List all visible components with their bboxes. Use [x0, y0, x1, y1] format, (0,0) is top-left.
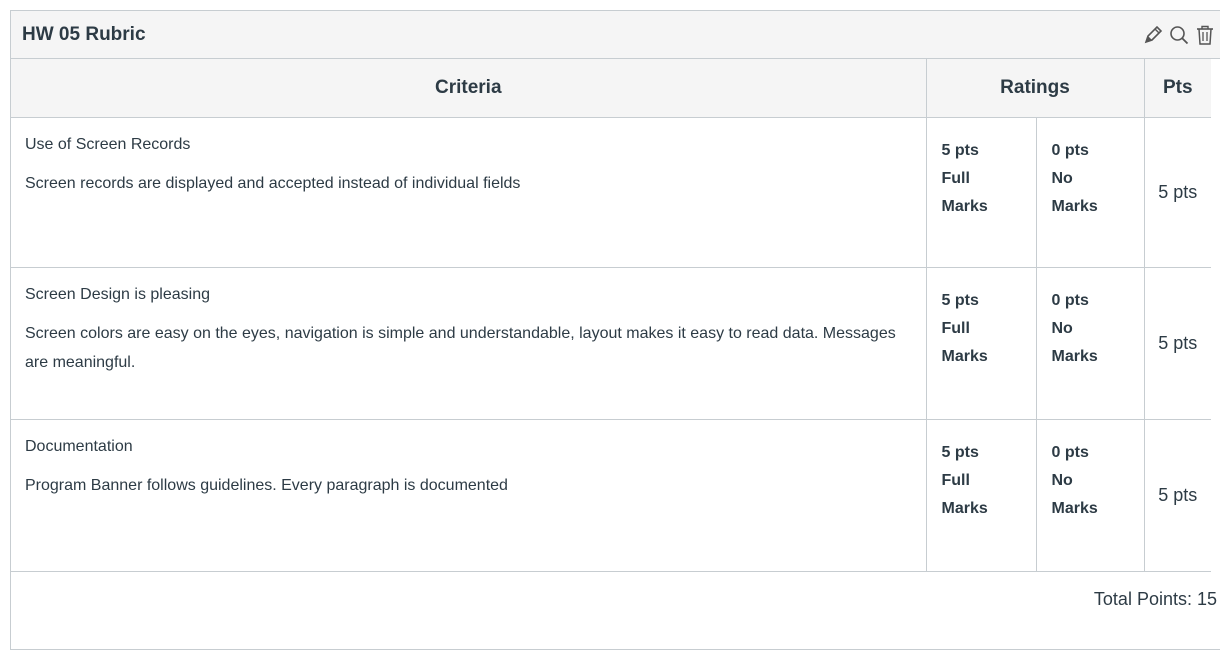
criterion-name: Use of Screen Records [25, 136, 191, 153]
criterion-points: 5 pts [1144, 267, 1211, 420]
rating-points: 5 pts [941, 142, 979, 159]
table-row: Screen Design is pleasing Screen colors … [11, 267, 1211, 420]
rating-cell[interactable]: 0 pts No Marks [1036, 419, 1145, 572]
criterion-description: Screen records are displayed and accepte… [25, 175, 521, 192]
trash-icon[interactable] [1193, 23, 1217, 47]
rating-points: 0 pts [1051, 292, 1089, 309]
rating-label: Marks [1051, 500, 1098, 517]
rating-label: Marks [941, 500, 988, 517]
rating-points: 5 pts [941, 444, 979, 461]
criterion-cell: Use of Screen Records Screen records are… [11, 117, 927, 268]
rating-points: 5 pts [941, 292, 979, 309]
total-points: Total Points: 15 [1093, 589, 1217, 609]
rubric-header: HW 05 Rubric [11, 11, 1220, 59]
pts-header: Pts [1144, 59, 1211, 118]
pencil-icon[interactable] [1141, 23, 1165, 47]
rating-label: No [1051, 472, 1073, 489]
rating-label: Full [941, 472, 970, 489]
ratings-header: Ratings [926, 59, 1145, 118]
rating-cell[interactable]: 0 pts No Marks [1036, 267, 1145, 420]
rating-label: Marks [941, 198, 988, 215]
criteria-header: Criteria [11, 59, 927, 118]
rating-points: 0 pts [1051, 444, 1089, 461]
criterion-cell: Documentation Program Banner follows gui… [11, 419, 927, 572]
criterion-description: Program Banner follows guidelines. Every… [25, 477, 508, 494]
rating-label: Full [941, 170, 970, 187]
rating-cell[interactable]: 0 pts No Marks [1036, 117, 1145, 268]
rubric-table: Criteria Ratings Pts Use of Screen Recor… [11, 59, 1211, 572]
rating-cell[interactable]: 5 pts Full Marks [926, 419, 1037, 572]
criterion-name: Documentation [25, 438, 133, 455]
table-row: Documentation Program Banner follows gui… [11, 419, 1211, 572]
criterion-cell: Screen Design is pleasing Screen colors … [11, 267, 927, 420]
rating-points: 0 pts [1051, 142, 1089, 159]
criterion-points: 5 pts [1144, 117, 1211, 268]
search-icon[interactable] [1167, 23, 1191, 47]
criterion-points: 5 pts [1144, 419, 1211, 572]
rating-label: Marks [1051, 198, 1098, 215]
rating-label: No [1051, 170, 1073, 187]
rating-label: Marks [1051, 348, 1098, 365]
criterion-description: Screen colors are easy on the eyes, navi… [25, 325, 896, 371]
rubric-title: HW 05 Rubric [22, 23, 146, 45]
header-actions [1141, 23, 1217, 47]
rating-cell[interactable]: 5 pts Full Marks [926, 117, 1037, 268]
rating-label: Full [941, 320, 970, 337]
rating-label: Marks [941, 348, 988, 365]
table-row: Use of Screen Records Screen records are… [11, 117, 1211, 268]
criterion-name: Screen Design is pleasing [25, 286, 210, 303]
rating-label: No [1051, 320, 1073, 337]
rubric-panel: HW 05 Rubric Criteria Ratings Pts Use of… [10, 10, 1220, 650]
table-header-row: Criteria Ratings Pts [11, 59, 1211, 118]
rating-cell[interactable]: 5 pts Full Marks [926, 267, 1037, 420]
